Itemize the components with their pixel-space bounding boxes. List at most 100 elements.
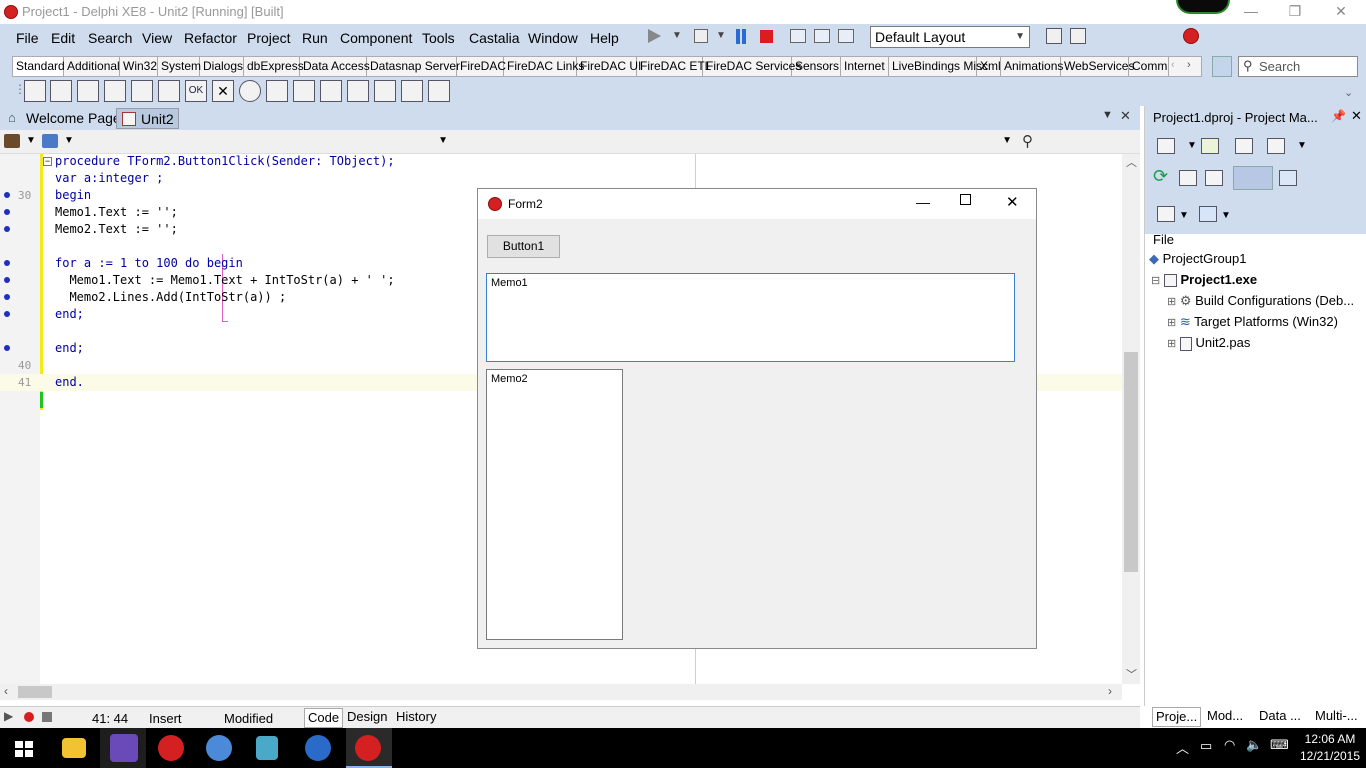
- menu-search[interactable]: Search: [88, 30, 132, 46]
- menu-file[interactable]: File: [16, 30, 39, 46]
- step-icon[interactable]: [694, 29, 708, 43]
- volume-icon[interactable]: 🔈: [1246, 737, 1262, 753]
- step-over-icon[interactable]: [814, 29, 830, 43]
- popup-menu-icon[interactable]: [77, 80, 99, 102]
- tree-project-exe[interactable]: ⊟ Project1.exe: [1151, 272, 1257, 288]
- tray-chevron-icon[interactable]: ︿: [1176, 738, 1189, 757]
- memo1[interactable]: Memo1: [486, 273, 1015, 362]
- palette-tab[interactable]: Datasnap Server: [367, 57, 460, 76]
- save-desktop-icon[interactable]: [1046, 28, 1062, 44]
- palette-scroll-right-icon[interactable]: ›: [1187, 59, 1191, 71]
- compile-dropdown-icon[interactable]: ▼: [1221, 210, 1231, 221]
- menu-component[interactable]: Component: [340, 30, 412, 46]
- edit-icon[interactable]: [131, 80, 153, 102]
- view-icon[interactable]: [1267, 138, 1285, 154]
- list-view-icon[interactable]: [1233, 166, 1273, 190]
- tab-welcome-page[interactable]: ⌂ Welcome Page: [2, 108, 125, 129]
- new-dropdown-icon[interactable]: ▼: [1187, 140, 1197, 151]
- menu-castalia[interactable]: Castalia: [469, 30, 520, 46]
- stop-icon[interactable]: [760, 30, 773, 43]
- label-icon[interactable]: [104, 80, 126, 102]
- breakpoint-dot[interactable]: [4, 192, 10, 198]
- menu-view[interactable]: View: [142, 30, 172, 46]
- wifi-icon[interactable]: ◠: [1224, 737, 1235, 753]
- scroll-up-icon[interactable]: ︿: [1126, 154, 1137, 170]
- palette-tab[interactable]: Standard: [13, 57, 65, 76]
- menu-window[interactable]: Window: [528, 30, 578, 46]
- tree-target-platforms[interactable]: ⊞ ≋ Target Platforms (Win32): [1167, 314, 1338, 330]
- structure-icon[interactable]: [4, 134, 20, 148]
- visual-studio-icon[interactable]: [110, 734, 138, 762]
- stop-macro-icon[interactable]: [42, 712, 52, 722]
- form2-close-button[interactable]: ✕: [1006, 193, 1019, 211]
- main-menu-icon[interactable]: [50, 80, 72, 102]
- windows-start-icon[interactable]: [15, 741, 23, 748]
- menu-edit[interactable]: Edit: [51, 30, 75, 46]
- paint-icon[interactable]: [206, 735, 232, 761]
- breakpoint-dot[interactable]: [4, 294, 10, 300]
- palette-scroll-left-icon[interactable]: ‹: [1171, 59, 1175, 71]
- combobox-icon[interactable]: [293, 80, 315, 102]
- browser-icon[interactable]: [305, 735, 331, 761]
- pause-icon[interactable]: [736, 29, 740, 44]
- groupbox-icon[interactable]: [347, 80, 369, 102]
- toolbar-options-icon[interactable]: ⌄: [1344, 86, 1353, 99]
- listbox-icon[interactable]: [266, 80, 288, 102]
- palette-tab[interactable]: Animations: [1001, 57, 1063, 76]
- expand-node-icon[interactable]: ⊞: [1167, 317, 1176, 329]
- minimize-button[interactable]: —: [1228, 0, 1274, 24]
- palette-tab[interactable]: Dialogs: [200, 57, 244, 76]
- palette-tab[interactable]: LiveBindings Misc: [889, 57, 988, 76]
- desktop-layout-select[interactable]: Default Layout ▼: [870, 26, 1030, 48]
- cursor-select-icon[interactable]: [1212, 56, 1232, 77]
- structure-dropdown-icon[interactable]: ▼: [26, 135, 36, 146]
- palette-search-input[interactable]: ⚲ Search: [1238, 56, 1358, 77]
- editor-vscrollbar[interactable]: ︿ ﹀: [1122, 154, 1140, 684]
- palette-tab[interactable]: Data Access: [300, 57, 370, 76]
- step-dropdown-icon[interactable]: ▼: [716, 30, 726, 41]
- running-app-icon[interactable]: [355, 735, 381, 761]
- collapse-node-icon[interactable]: ⊟: [1151, 275, 1160, 287]
- compile-icon[interactable]: [1199, 206, 1217, 222]
- palette-tab[interactable]: Win32: [120, 57, 158, 76]
- tab-data-explorer[interactable]: Data ...: [1256, 707, 1304, 727]
- scroll-down-icon[interactable]: ﹀: [1126, 666, 1137, 682]
- memo2[interactable]: Memo2: [486, 369, 623, 640]
- menu-refactor[interactable]: Refactor: [184, 30, 237, 46]
- menu-run[interactable]: Run: [302, 30, 328, 46]
- tree-project-group[interactable]: ◆ ProjectGroup1: [1149, 251, 1246, 267]
- scroll-right-icon[interactable]: ›: [1108, 684, 1112, 698]
- button1[interactable]: Button1: [487, 235, 560, 258]
- palette-tab[interactable]: Additional: [64, 57, 120, 76]
- palette-tab[interactable]: Xml: [977, 57, 1001, 76]
- class-select[interactable]: ▼: [78, 132, 452, 151]
- expand-node-icon[interactable]: ⊞: [1167, 338, 1176, 350]
- form2-minimize-button[interactable]: —: [916, 194, 930, 210]
- build-icon[interactable]: [1157, 206, 1175, 222]
- trace-into-icon[interactable]: [790, 29, 806, 43]
- sync-icon[interactable]: ⟳: [1153, 166, 1168, 187]
- breakpoint-dot[interactable]: [4, 345, 10, 351]
- menu-help[interactable]: Help: [590, 30, 619, 46]
- add-item-icon[interactable]: [1201, 138, 1219, 154]
- scroll-left-icon[interactable]: ‹: [4, 684, 8, 698]
- palette-tab[interactable]: System: [158, 57, 201, 76]
- tree-unit2-pas[interactable]: ⊞ Unit2.pas: [1167, 335, 1250, 351]
- record-macro-icon[interactable]: [24, 712, 34, 722]
- tab-code[interactable]: Code: [304, 708, 344, 728]
- palette-tab[interactable]: WebServices: [1061, 57, 1134, 76]
- close-tab-icon[interactable]: ✕: [1120, 108, 1131, 124]
- palette-tab[interactable]: Comm: [1129, 57, 1169, 76]
- palette-tab[interactable]: FireDAC Links: [504, 57, 584, 76]
- palette-tab[interactable]: FireDAC ETL: [637, 57, 711, 76]
- find-icon[interactable]: ⚲: [1022, 132, 1033, 150]
- expand-node-icon[interactable]: ⊞: [1167, 296, 1176, 308]
- checkbox-icon[interactable]: ✕: [212, 80, 234, 102]
- palette-tab[interactable]: Sensors: [792, 57, 841, 76]
- remove-item-icon[interactable]: [1235, 138, 1253, 154]
- tab-model-view[interactable]: Mod...: [1204, 707, 1246, 727]
- collapse-icon[interactable]: −: [43, 157, 52, 166]
- palette-tab[interactable]: dbExpress: [244, 57, 304, 76]
- breakpoint-dot[interactable]: [4, 260, 10, 266]
- tree-build-configurations[interactable]: ⊞ ⚙ Build Configurations (Deb...: [1167, 293, 1354, 309]
